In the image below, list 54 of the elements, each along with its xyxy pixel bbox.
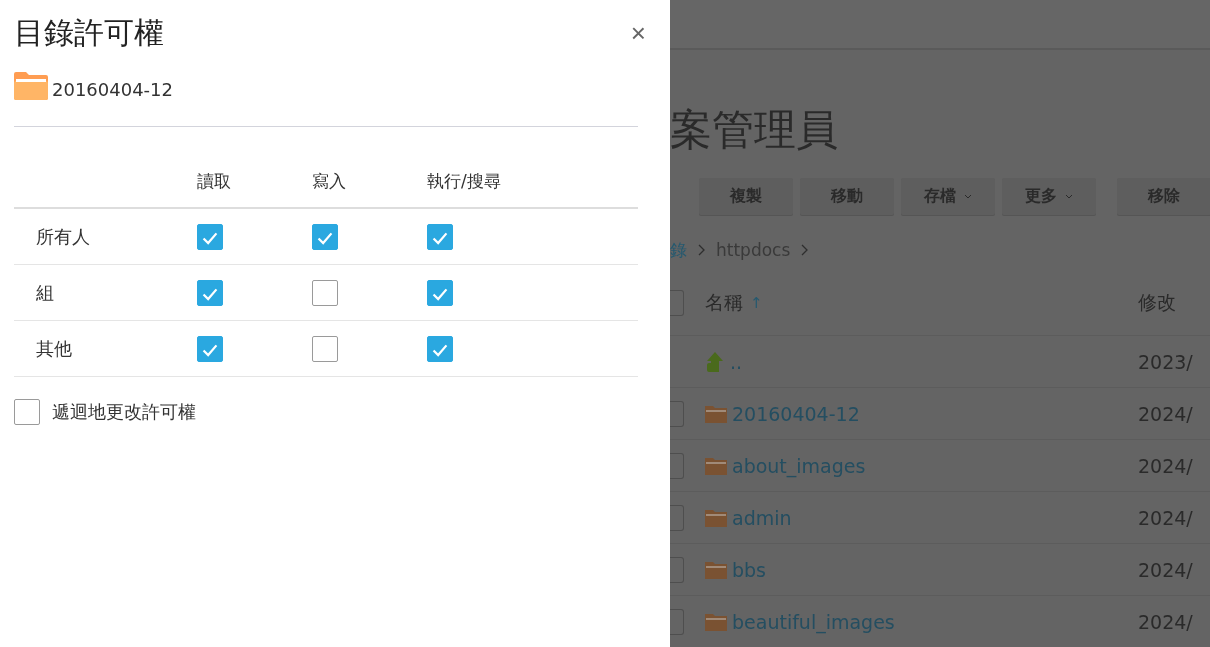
sort-mark: ↑ [750,294,763,312]
modified-date: 2023/ [1138,350,1193,373]
modified-date: 2024/ [1138,506,1193,529]
row-checkbox[interactable] [670,556,684,583]
folder-icon [705,508,727,527]
file-name-link[interactable]: admin [732,506,792,529]
modified-date: 2024/ [1138,454,1193,477]
row-checkbox[interactable] [670,452,684,479]
row-checkbox[interactable] [670,504,684,531]
caret-icon [1065,194,1073,199]
permission-checkbox[interactable] [312,279,338,306]
column-header: 執行/搜尋 [427,170,502,193]
chevron-icon [801,244,809,256]
row-checkbox[interactable] [670,608,684,635]
permission-checkbox[interactable] [197,279,223,306]
folder-icon [705,612,727,631]
column-header[interactable]: 名稱 [705,290,743,316]
folder-icon [14,72,48,100]
role-label: 組 [35,280,55,305]
column-header: 讀取 [197,170,232,193]
permission-checkbox[interactable] [197,223,223,250]
folder-icon [705,404,727,423]
file-name-link[interactable]: 20160404-12 [732,402,860,425]
permission-checkbox[interactable] [312,335,338,362]
permission-checkbox[interactable] [427,279,453,306]
page-title: 案管理員 [670,104,839,156]
recursive-checkbox[interactable] [14,399,40,425]
permission-checkbox[interactable] [427,335,453,362]
caret-icon [964,194,972,199]
file-name-link[interactable]: about_images [732,454,866,477]
chevron-icon [698,244,705,256]
permission-checkbox[interactable] [427,223,453,250]
role-label: 所有人 [35,224,91,249]
folder-icon [705,456,727,475]
breadcrumb-item[interactable]: 錄 [670,238,687,262]
column-header: 寫入 [312,170,347,193]
up-arrow-icon [705,350,725,373]
file-name-link[interactable]: .. [730,350,743,373]
row-checkbox[interactable] [670,400,684,427]
close-button[interactable]: × [626,20,650,46]
select-all-checkbox[interactable] [670,290,684,316]
folder-icon [705,560,727,579]
modified-date: 2024/ [1138,402,1193,425]
dialog-title: 目錄許可權 [14,13,164,52]
modified-date: 2024/ [1138,610,1193,633]
file-name-link[interactable]: bbs [732,558,767,581]
file-name-link[interactable]: beautiful_images [732,610,895,633]
role-label: 其他 [35,336,73,361]
recursive-label: 遞迴地更改許可權 [52,400,196,424]
permission-checkbox[interactable] [197,335,223,362]
folder-name: 20160404-12 [52,78,174,100]
modified-date: 2024/ [1138,558,1193,581]
column-header[interactable]: 修改 [1138,290,1176,316]
permission-checkbox[interactable] [312,223,338,250]
